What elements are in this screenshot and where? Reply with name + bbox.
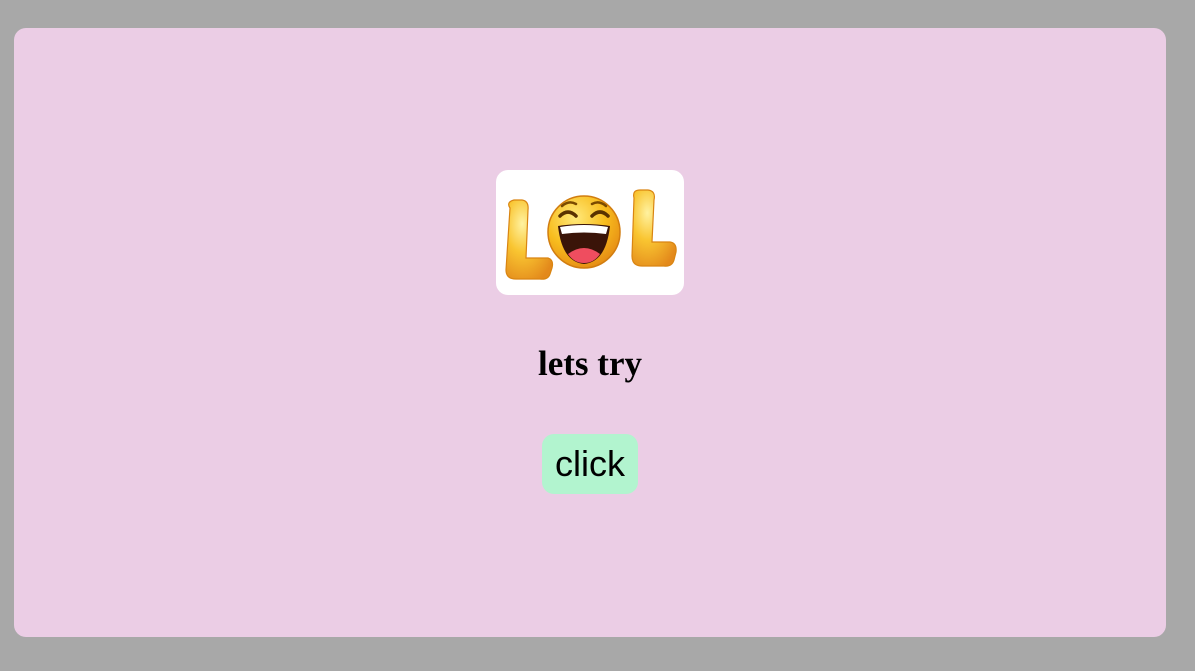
lol-image — [496, 170, 684, 295]
click-button[interactable]: click — [542, 434, 638, 494]
laughing-emoji-icon — [505, 189, 677, 280]
main-card: lets try click — [14, 28, 1166, 637]
page-heading: lets try — [538, 344, 642, 383]
